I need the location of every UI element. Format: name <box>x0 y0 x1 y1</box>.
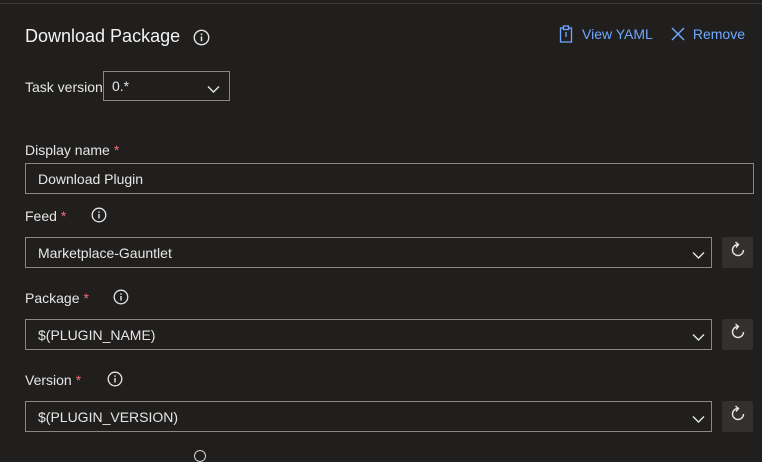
info-icon[interactable] <box>113 289 129 305</box>
version-label: Version * <box>25 372 81 388</box>
remove-label: Remove <box>692 26 745 42</box>
info-icon[interactable] <box>194 450 206 462</box>
feed-label-text: Feed <box>25 208 57 224</box>
refresh-icon <box>729 241 747 264</box>
feed-label: Feed * <box>25 208 66 224</box>
package-refresh-button[interactable] <box>722 319 753 350</box>
display-name-label-text: Display name <box>25 142 110 158</box>
feed-value: Marketplace-Gauntlet <box>38 244 172 261</box>
package-label-text: Package <box>25 290 80 306</box>
required-marker: * <box>60 208 67 224</box>
task-version-select[interactable]: 0.* <box>103 71 230 101</box>
chevron-down-icon <box>692 411 705 427</box>
header-actions: View YAML Remove <box>558 25 745 43</box>
version-dropdown[interactable]: $(PLUGIN_VERSION) <box>25 401 712 432</box>
top-divider <box>0 3 762 4</box>
info-icon[interactable] <box>193 29 210 51</box>
close-icon <box>671 27 685 41</box>
package-dropdown[interactable]: $(PLUGIN_NAME) <box>25 319 712 350</box>
view-yaml-button[interactable]: View YAML <box>558 25 653 43</box>
clipboard-icon <box>558 25 574 43</box>
display-name-value: Download Plugin <box>38 170 144 187</box>
display-name-input[interactable]: Download Plugin <box>25 163 754 194</box>
remove-button[interactable]: Remove <box>671 26 745 42</box>
info-icon[interactable] <box>107 371 123 387</box>
version-value: $(PLUGIN_VERSION) <box>38 408 179 425</box>
required-marker: * <box>75 372 82 388</box>
package-label: Package * <box>25 290 89 306</box>
page-title: Download Package <box>25 26 181 46</box>
package-value: $(PLUGIN_NAME) <box>38 326 156 343</box>
required-marker: * <box>83 290 89 306</box>
feed-refresh-button[interactable] <box>722 237 753 268</box>
feed-dropdown[interactable]: Marketplace-Gauntlet <box>25 237 712 268</box>
task-version-label: Task version <box>25 79 103 95</box>
version-refresh-button[interactable] <box>722 401 753 432</box>
chevron-down-icon <box>207 81 220 97</box>
view-yaml-label: View YAML <box>582 26 653 42</box>
refresh-icon <box>729 405 747 428</box>
version-label-text: Version <box>25 372 72 388</box>
display-name-label: Display name * <box>25 142 119 158</box>
required-marker: * <box>113 142 120 158</box>
chevron-down-icon <box>692 329 705 345</box>
refresh-icon <box>729 323 747 346</box>
chevron-down-icon <box>692 247 705 263</box>
info-icon[interactable] <box>91 207 107 223</box>
task-version-value: 0.* <box>112 78 130 94</box>
